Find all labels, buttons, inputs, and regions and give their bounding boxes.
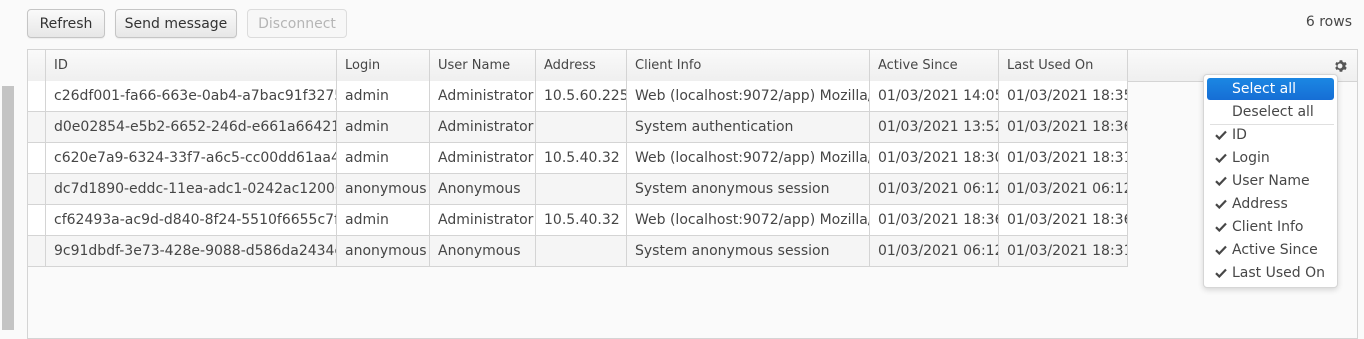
- cell-client-info: System authentication: [627, 112, 870, 143]
- cell-user-name: Administrator: [430, 81, 536, 112]
- table-header: ID Login User Name Address Client Info A…: [28, 50, 1357, 82]
- cell-client-info: System anonymous session: [627, 236, 870, 267]
- table-row[interactable]: c620e7a9-6324-33f7-a6c5-cc00dd61aa48 adm…: [28, 143, 1128, 174]
- cell-login: admin: [337, 81, 430, 112]
- cell-user-name: Anonymous: [430, 174, 536, 205]
- column-header-user-name[interactable]: User Name: [430, 50, 536, 81]
- deselect-all-item[interactable]: Deselect all: [1207, 101, 1334, 123]
- cell-last-used-on: 01/03/2021 18:36: [999, 205, 1128, 236]
- cell-last-used-on: 01/03/2021 18:31: [999, 143, 1128, 174]
- cell-address: [536, 174, 627, 205]
- disconnect-button[interactable]: Disconnect: [247, 9, 347, 38]
- column-header-id[interactable]: ID: [46, 50, 337, 81]
- cell-client-info: Web (localhost:9072/app) Mozilla/5.0: [627, 81, 870, 112]
- cell-login: admin: [337, 205, 430, 236]
- checkmark-icon: [1215, 147, 1229, 169]
- cell-active-since: 01/03/2021 18:36: [870, 205, 999, 236]
- table-row[interactable]: 9c91dbdf-3e73-428e-9088-d586da2434c5 ano…: [28, 236, 1128, 267]
- cell-last-used-on: 01/03/2021 18:36: [999, 112, 1128, 143]
- menu-item-label: Login: [1232, 150, 1270, 166]
- cell-id: cf62493a-ac9d-d840-8f24-5510f6655c7f: [46, 205, 337, 236]
- cell-id: d0e02854-e5b2-6652-246d-e661a6642108: [46, 112, 337, 143]
- cell-user-name: Anonymous: [430, 236, 536, 267]
- column-header-active-since[interactable]: Active Since: [870, 50, 999, 81]
- cell-client-info: Web (localhost:9072/app) Mozilla/5.0: [627, 143, 870, 174]
- cell-login: admin: [337, 143, 430, 174]
- cell-login: admin: [337, 112, 430, 143]
- cell-user-name: Administrator: [430, 143, 536, 174]
- cell-id: 9c91dbdf-3e73-428e-9088-d586da2434c5: [46, 236, 337, 267]
- checkmark-icon: [1215, 216, 1229, 238]
- menu-item-label: Active Since: [1232, 242, 1318, 258]
- menu-item-id[interactable]: ID: [1207, 124, 1334, 146]
- table-row[interactable]: dc7d1890-eddc-11ea-adc1-0242ac120002 ano…: [28, 174, 1128, 205]
- row-selector[interactable]: [28, 143, 46, 174]
- menu-item-login[interactable]: Login: [1207, 147, 1334, 169]
- checkmark-icon: [1215, 170, 1229, 192]
- row-selector[interactable]: [28, 174, 46, 205]
- column-header-last-used-on[interactable]: Last Used On: [999, 50, 1128, 81]
- table-row[interactable]: c26df001-fa66-663e-0ab4-a7bac91f3275 adm…: [28, 81, 1128, 112]
- checkmark-icon: [1215, 193, 1229, 215]
- row-selector-header[interactable]: [28, 50, 46, 81]
- cell-active-since: 01/03/2021 06:12: [870, 174, 999, 205]
- cell-client-info: System anonymous session: [627, 174, 870, 205]
- column-header-address[interactable]: Address: [536, 50, 627, 81]
- rows-count: 6 rows: [1305, 14, 1352, 30]
- table-row[interactable]: cf62493a-ac9d-d840-8f24-5510f6655c7f adm…: [28, 205, 1128, 236]
- row-selector[interactable]: [28, 205, 46, 236]
- cell-id: c620e7a9-6324-33f7-a6c5-cc00dd61aa48: [46, 143, 337, 174]
- left-scrollbar[interactable]: [2, 86, 14, 330]
- send-message-button[interactable]: Send message: [115, 9, 237, 38]
- cell-address: [536, 236, 627, 267]
- sessions-table: ID Login User Name Address Client Info A…: [27, 49, 1358, 339]
- menu-item-label: User Name: [1232, 173, 1310, 189]
- menu-item-last-used-on[interactable]: Last Used On: [1207, 262, 1334, 284]
- refresh-button[interactable]: Refresh: [27, 9, 105, 38]
- cell-address: [536, 112, 627, 143]
- checkmark-icon: [1215, 239, 1229, 261]
- table-row[interactable]: d0e02854-e5b2-6652-246d-e661a6642108 adm…: [28, 112, 1128, 143]
- cell-user-name: Administrator: [430, 112, 536, 143]
- cell-address: 10.5.40.32: [536, 205, 627, 236]
- menu-item-user-name[interactable]: User Name: [1207, 170, 1334, 192]
- menu-item-active-since[interactable]: Active Since: [1207, 239, 1334, 261]
- cell-id: c26df001-fa66-663e-0ab4-a7bac91f3275: [46, 81, 337, 112]
- checkmark-icon: [1215, 262, 1229, 284]
- left-panel-edge: [0, 0, 14, 330]
- column-header-login[interactable]: Login: [337, 50, 430, 81]
- checkmark-icon: [1215, 124, 1229, 146]
- column-visibility-menu: Select all Deselect all ID Login User Na…: [1203, 74, 1338, 288]
- column-settings-button[interactable]: [1332, 58, 1348, 74]
- cell-last-used-on: 01/03/2021 18:35: [999, 81, 1128, 112]
- row-selector[interactable]: [28, 81, 46, 112]
- column-header-client-info[interactable]: Client Info: [627, 50, 870, 81]
- select-all-item[interactable]: Select all: [1207, 78, 1334, 100]
- cell-login: anonymous: [337, 236, 430, 267]
- cell-login: anonymous: [337, 174, 430, 205]
- cell-address: 10.5.60.225: [536, 81, 627, 112]
- menu-item-label: ID: [1232, 127, 1247, 143]
- cell-active-since: 01/03/2021 18:30: [870, 143, 999, 174]
- cell-active-since: 01/03/2021 13:52: [870, 112, 999, 143]
- cell-last-used-on: 01/03/2021 18:31: [999, 236, 1128, 267]
- cell-last-used-on: 01/03/2021 06:12: [999, 174, 1128, 205]
- row-selector[interactable]: [28, 112, 46, 143]
- cell-active-since: 01/03/2021 14:05: [870, 81, 999, 112]
- menu-item-label: Address: [1232, 196, 1288, 212]
- menu-item-client-info[interactable]: Client Info: [1207, 216, 1334, 238]
- cell-id: dc7d1890-eddc-11ea-adc1-0242ac120002: [46, 174, 337, 205]
- row-selector[interactable]: [28, 236, 46, 267]
- menu-item-address[interactable]: Address: [1207, 193, 1334, 215]
- gear-icon: [1335, 60, 1347, 72]
- cell-active-since: 01/03/2021 06:12: [870, 236, 999, 267]
- cell-client-info: Web (localhost:9072/app) Mozilla/5.0: [627, 205, 870, 236]
- menu-item-label: Client Info: [1232, 219, 1304, 235]
- cell-address: 10.5.40.32: [536, 143, 627, 174]
- cell-user-name: Administrator: [430, 205, 536, 236]
- menu-item-label: Last Used On: [1232, 265, 1325, 281]
